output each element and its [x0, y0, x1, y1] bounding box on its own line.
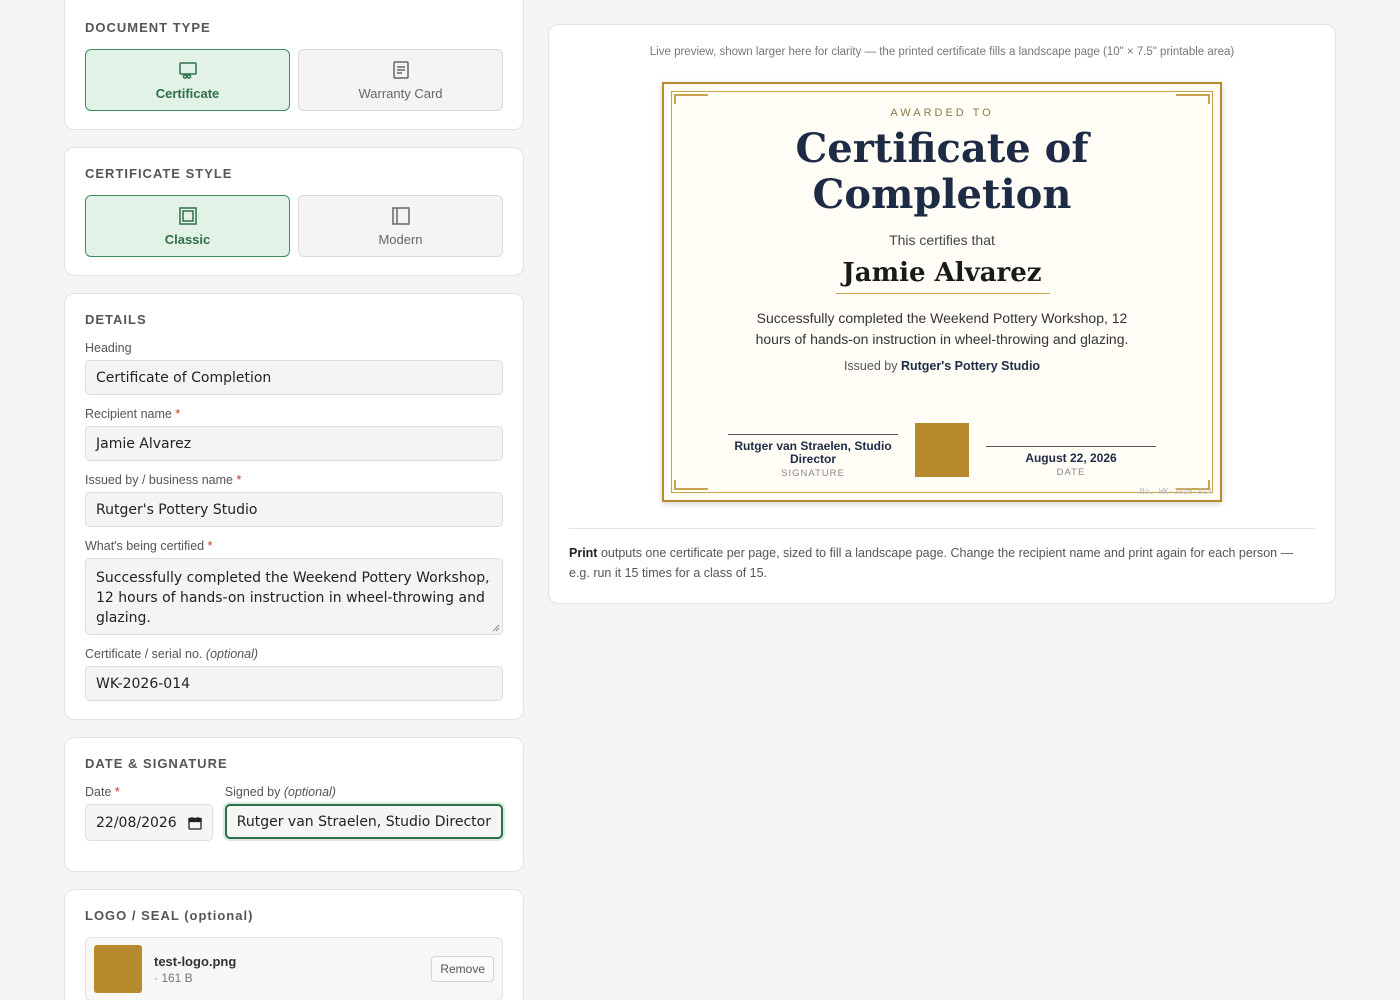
issuer-label: Issued by / business name * — [85, 473, 242, 487]
date-block: August 22, 2026 DATE — [986, 446, 1156, 478]
details-section: DETAILS Heading Certificate of Completio… — [64, 293, 524, 720]
serial-label: Certificate / serial no. (optional) — [85, 647, 259, 661]
calendar-icon[interactable] — [188, 816, 202, 830]
option-warranty-card[interactable]: Warranty Card — [298, 49, 503, 111]
certified-label: What's being certified * — [85, 539, 213, 553]
date-caption: DATE — [1056, 467, 1086, 478]
corner-ornament — [674, 480, 708, 490]
divider — [569, 528, 1315, 529]
logo-section: LOGO / SEAL (optional) test-logo.png · 1… — [64, 889, 524, 1000]
date-label: Date * — [85, 785, 120, 799]
option-certificate[interactable]: Certificate — [85, 49, 290, 111]
section-title: DOCUMENT TYPE — [85, 20, 211, 35]
option-modern[interactable]: Modern — [298, 195, 503, 257]
serial-number: No. WK-2026-014 — [1139, 487, 1212, 496]
signature-caption: SIGNATURE — [781, 468, 845, 479]
logo-file-size: · 161 B — [154, 970, 193, 985]
serial-input[interactable]: WK-2026-014 — [85, 666, 503, 701]
issued-by: Issued by Rutger's Pottery Studio — [843, 359, 1041, 373]
document-type-section: DOCUMENT TYPE Certificate Warranty Card — [64, 0, 524, 130]
certificate-icon — [178, 61, 197, 79]
preview-panel: Live preview, shown larger here for clar… — [548, 24, 1336, 604]
certificate-preview: AWARDED TO Certificate of Completion Thi… — [662, 82, 1222, 502]
certificate-date: August 22, 2026 — [1025, 451, 1117, 465]
corner-ornament — [1176, 94, 1210, 104]
signature-block: Rutger van Straelen, Studio Director SIG… — [728, 434, 898, 479]
remove-logo-button[interactable]: Remove — [431, 956, 494, 982]
preview-note: Live preview, shown larger here for clar… — [649, 46, 1235, 58]
recipient-name: Jamie Alvarez — [842, 258, 1042, 288]
section-title: LOGO / SEAL (optional) — [85, 908, 254, 923]
seal-logo — [915, 423, 969, 477]
date-input[interactable]: 22/08/2026 — [85, 804, 213, 841]
signature-name: Rutger van Straelen, Studio Director — [734, 439, 892, 466]
logo-file-row: test-logo.png · 161 B Remove — [85, 937, 503, 1000]
logo-thumbnail — [94, 945, 142, 993]
signed-label: Signed by (optional) — [224, 785, 336, 799]
section-title: DATE & SIGNATURE — [85, 756, 228, 771]
section-title: CERTIFICATE STYLE — [85, 166, 233, 181]
certifies-text: This certifies that — [889, 232, 995, 248]
certificate-description: Successfully completed the Weekend Potte… — [755, 310, 1129, 347]
resize-handle-icon[interactable] — [492, 624, 500, 632]
option-label: Warranty Card — [358, 85, 443, 101]
panel-icon — [391, 206, 410, 225]
frame-icon — [178, 206, 197, 225]
signed-by-input[interactable]: Rutger van Straelen, Studio Director — [224, 804, 503, 839]
heading-label: Heading — [85, 341, 132, 355]
recipient-input[interactable]: Jamie Alvarez — [85, 426, 503, 461]
option-label: Classic — [164, 231, 211, 247]
date-signature-section: DATE & SIGNATURE Date * 22/08/2026 Signe… — [64, 737, 524, 872]
certificate-style-section: CERTIFICATE STYLE Classic Modern — [64, 147, 524, 276]
recipient-underline — [836, 293, 1050, 294]
option-label: Certificate — [155, 85, 220, 101]
logo-file-name: test-logo.png — [154, 953, 237, 969]
option-classic[interactable]: Classic — [85, 195, 290, 257]
date-line — [986, 446, 1156, 447]
settings-panel: DOCUMENT TYPE Certificate Warranty Card … — [64, 0, 524, 1000]
recipient-label: Recipient name * — [85, 407, 181, 421]
certificate-heading: Certificate of Completion — [795, 125, 1089, 218]
print-help-text: Print outputs one certificate per page, … — [569, 546, 1294, 580]
section-title: DETAILS — [85, 312, 147, 327]
issuer-input[interactable]: Rutger's Pottery Studio — [85, 492, 503, 527]
heading-input[interactable]: Certificate of Completion — [85, 360, 503, 395]
corner-ornament — [674, 94, 708, 104]
document-icon — [392, 60, 409, 79]
certified-textarea[interactable]: Successfully completed the Weekend Potte… — [85, 558, 503, 635]
awarded-to-label: AWARDED TO — [890, 107, 994, 119]
signature-line — [728, 434, 898, 435]
option-label: Modern — [378, 231, 423, 247]
